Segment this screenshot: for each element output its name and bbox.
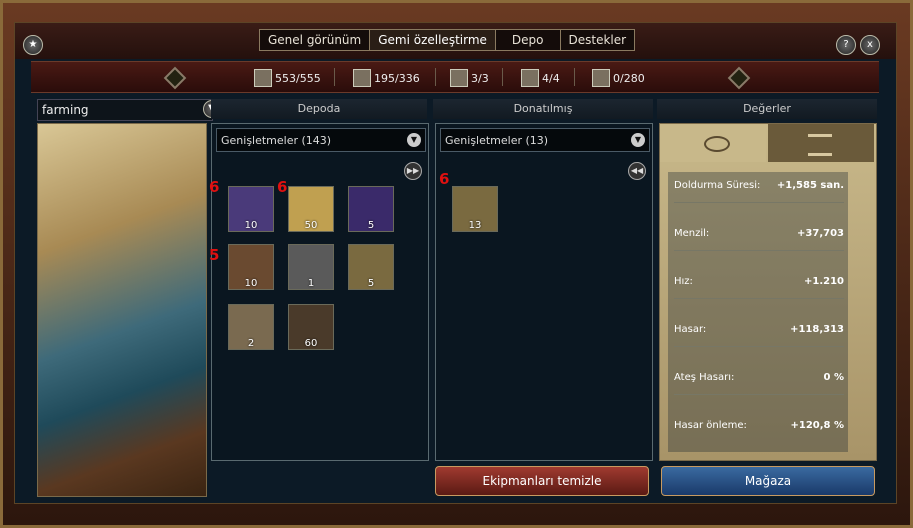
storage-header: Depoda [211,99,427,119]
count-badge: 5 [209,246,220,264]
values-list: Doldurma Süresi: +1,585 san. Menzil: +37,7… [668,172,848,452]
cannon-icon [254,69,272,87]
tab-list[interactable] [768,124,874,162]
value-row: Hasar önleme: +120,8 % [674,420,844,431]
resource-officers: 3/3 [450,69,489,87]
value-row: Ateş Hasarı: 0 % [668,366,848,406]
count-badge: 6 [209,178,220,196]
officer-icon [450,69,468,87]
tab-storage[interactable]: Depo [494,29,561,51]
tab-overview[interactable]: Genel görünüm [259,29,371,51]
values-scrollbar[interactable] [852,178,860,448]
storage-panel: Genişletmeler (143) ▼ ▶▶ 6 6 5 10 50 5 1… [209,123,429,461]
crossed-swords-icon [353,69,371,87]
storage-item[interactable]: 5 [348,186,394,232]
flag-icon [521,69,539,87]
resource-crew: 195/336 [353,69,420,87]
diamond-ornament-icon [727,66,751,90]
equipped-item[interactable]: 13 [452,186,498,232]
tab-eye[interactable] [660,124,766,162]
storage-item[interactable]: 50 [288,186,334,232]
resource-flags: 4/4 [521,69,560,87]
resource-cargo: 0/280 [592,69,645,87]
value-row: Hasar: +118,313 [668,318,848,358]
shop-button[interactable]: Mağaza [661,466,875,496]
eye-icon [704,136,730,152]
clear-equipment-button[interactable]: Ekipmanları temizle [435,466,649,496]
close-button[interactable]: x [860,35,880,55]
chevron-down-icon: ▼ [631,133,645,147]
value-row: Menzil: +37,703 [668,222,848,262]
equipped-filter-dropdown[interactable]: Genişletmeler (13) ▼ [440,128,650,152]
star-icon[interactable]: ★ [23,35,43,55]
value-row: Hız: +1.210 [668,270,848,310]
diamond-ornament-icon [163,66,187,90]
skip-back-icon[interactable]: ◀◀ [628,162,646,180]
ship-window: ★ Genel görünüm Gemi özelleştirme Depo D… [14,22,897,504]
help-button[interactable]: ? [836,35,856,55]
equipped-header: Donatılmış [433,99,653,119]
tab-ship-customization[interactable]: Gemi özelleştirme [369,29,496,51]
list-icon [808,134,832,156]
value-row: Doldurma Süresi: +1,585 san. [668,174,848,214]
count-badge: 6 [277,178,288,196]
equipped-panel: Genişletmeler (13) ▼ ◀◀ 6 13 [435,123,653,461]
resource-cannons: 553/555 [254,69,321,87]
tab-supports[interactable]: Destekler [559,29,636,51]
values-header: Değerler [657,99,877,119]
storage-item[interactable]: 10 [228,186,274,232]
storage-item[interactable]: 2 [228,304,274,350]
title-bar: ★ Genel görünüm Gemi özelleştirme Depo D… [15,23,896,59]
storage-filter-dropdown[interactable]: Genişletmeler (143) ▼ [216,128,426,152]
ship-name: farming [37,99,213,121]
storage-item[interactable]: 60 [288,304,334,350]
storage-item[interactable]: 5 [348,244,394,290]
resource-bar: 553/555 195/336 3/3 4/4 0/280 [31,61,879,93]
cargo-icon [592,69,610,87]
ship-image [37,123,207,497]
tab-bar: Genel görünüm Gemi özelleştirme Depo Des… [259,29,636,51]
storage-item[interactable]: 1 [288,244,334,290]
chevron-down-icon: ▼ [407,133,421,147]
storage-item[interactable]: 10 [228,244,274,290]
skip-forward-icon[interactable]: ▶▶ [404,162,422,180]
count-badge: 6 [439,170,450,188]
values-panel: Doldurma Süresi: +1,585 san. Menzil: +37,7… [659,123,877,461]
